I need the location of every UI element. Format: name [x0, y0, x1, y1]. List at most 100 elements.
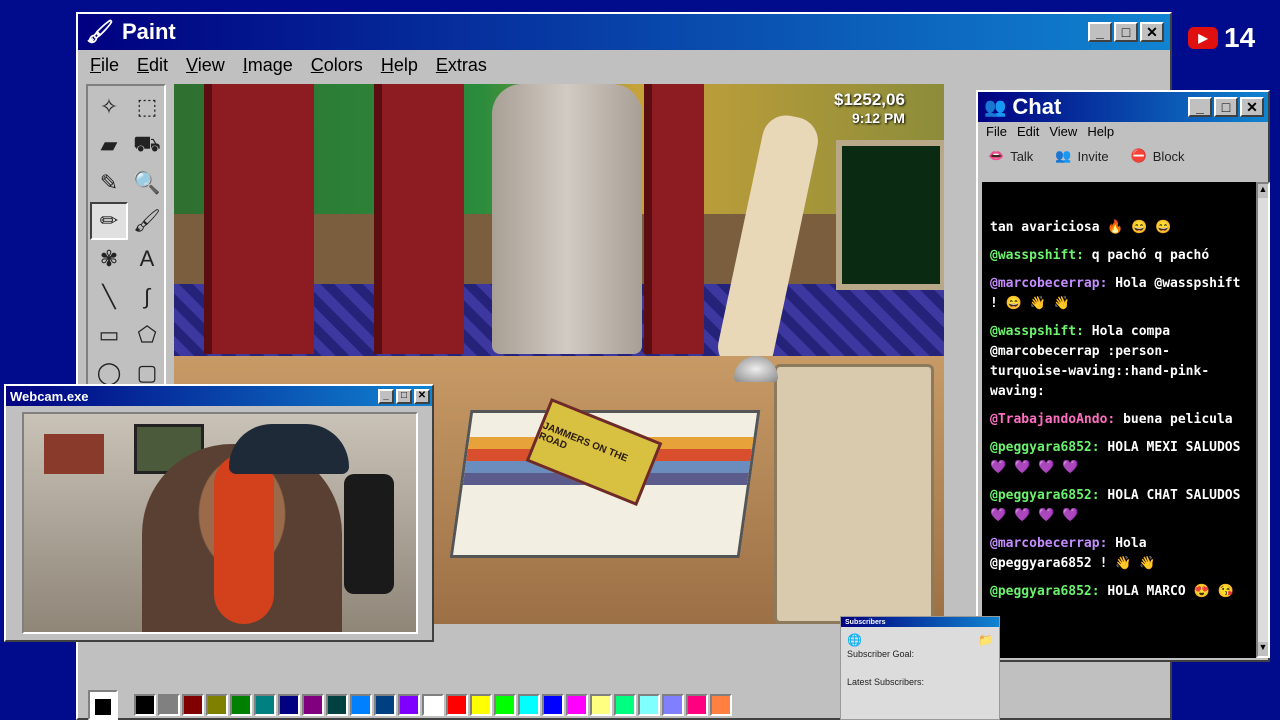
brush-icon[interactable]: 🖌: [128, 202, 166, 240]
chat-menu-help[interactable]: Help: [1087, 124, 1114, 139]
palette-swatch[interactable]: [494, 694, 516, 716]
minimize-button[interactable]: _: [1088, 22, 1112, 42]
chat-block-button[interactable]: ⛔ Block: [1131, 148, 1185, 164]
curve-icon[interactable]: ∫: [128, 278, 166, 316]
chat-invite-button[interactable]: 👥 Invite: [1055, 148, 1108, 164]
palette-swatch[interactable]: [422, 694, 444, 716]
fill-bucket-icon[interactable]: ⛟: [128, 126, 166, 164]
palette-swatch[interactable]: [566, 694, 588, 716]
text-icon[interactable]: A: [128, 240, 166, 278]
chat-username[interactable]: @wasspshift:: [990, 324, 1084, 339]
chat-menu-file[interactable]: File: [986, 124, 1007, 139]
palette-swatch[interactable]: [710, 694, 732, 716]
chat-window: 👥 Chat _ □ ✕ File Edit View Help 👄 Talk 👥 Invi…: [976, 90, 1270, 662]
airbrush-icon[interactable]: ✾: [90, 240, 128, 278]
palette-swatch[interactable]: [614, 694, 636, 716]
menu-help[interactable]: Help: [381, 55, 418, 76]
chat-username[interactable]: @marcobecerrap:: [990, 536, 1107, 551]
chat-message: tan avariciosa 🔥 😄 😄: [990, 218, 1248, 238]
chat-username[interactable]: @peggyara6852:: [990, 584, 1100, 599]
block-icon: ⛔: [1130, 148, 1147, 163]
menu-edit[interactable]: Edit: [137, 55, 168, 76]
youtube-icon: ▶: [1188, 27, 1218, 49]
minimize-button[interactable]: _: [378, 388, 394, 404]
chat-message: @wasspshift: q pachó q pachó: [990, 246, 1248, 266]
chat-username[interactable]: @peggyara6852:: [990, 488, 1100, 503]
close-button[interactable]: ✕: [1240, 97, 1264, 117]
palette-swatch[interactable]: [158, 694, 180, 716]
palette-swatch[interactable]: [686, 694, 708, 716]
palette-swatch[interactable]: [254, 694, 276, 716]
close-button[interactable]: ✕: [414, 388, 430, 404]
chat-talk-button[interactable]: 👄 Talk: [988, 148, 1033, 164]
chat-message: @peggyara6852: HOLA MARCO 😍 😘: [990, 582, 1248, 602]
palette-swatch[interactable]: [446, 694, 468, 716]
color-palette: [88, 690, 732, 720]
menu-image[interactable]: Image: [243, 55, 293, 76]
free-select-icon[interactable]: ✧: [90, 88, 128, 126]
palette-swatch[interactable]: [590, 694, 612, 716]
microphone-icon: [344, 474, 394, 594]
chat-menu-view[interactable]: View: [1049, 124, 1077, 139]
chat-message: @TrabajandoAndo: buena pelicula: [990, 410, 1248, 430]
palette-swatch[interactable]: [350, 694, 372, 716]
rect-select-icon[interactable]: ⬚: [128, 88, 166, 126]
chat-log[interactable]: tan avariciosa 🔥 😄 😄 @wasspshift: q pachó…: [982, 182, 1256, 658]
chat-toolbar-label: Talk: [1010, 148, 1034, 164]
paint-titlebar[interactable]: 🖌 Paint _ □ ✕: [78, 14, 1170, 50]
chat-username[interactable]: @peggyara6852:: [990, 440, 1100, 455]
polygon-icon[interactable]: ⬠: [128, 316, 166, 354]
chat-username[interactable]: @marcobecerrap:: [990, 276, 1107, 291]
subscribers-titlebar: Subscribers: [841, 617, 999, 627]
palette-swatch[interactable]: [542, 694, 564, 716]
maximize-button[interactable]: □: [1214, 97, 1238, 117]
chat-username[interactable]: @wasspshift:: [990, 248, 1084, 263]
line-icon[interactable]: ╲: [90, 278, 128, 316]
palette-swatch[interactable]: [662, 694, 684, 716]
close-button[interactable]: ✕: [1140, 22, 1164, 42]
palette-swatch[interactable]: [470, 694, 492, 716]
palette-swatch[interactable]: [518, 694, 540, 716]
chat-menubar: File Edit View Help: [986, 124, 1124, 139]
palette-swatch[interactable]: [182, 694, 204, 716]
chat-text: HOLA MARCO 😍 😘: [1107, 584, 1234, 599]
subscriber-icons: 🌐 📁: [847, 633, 993, 647]
webcam-titlebar[interactable]: Webcam.exe _ □ ✕: [6, 386, 432, 406]
eraser-icon[interactable]: ▰: [90, 126, 128, 164]
current-color[interactable]: [88, 690, 118, 720]
scroll-up-icon[interactable]: ▲: [1258, 184, 1268, 198]
chat-message: @wasspshift: Hola compa @marcobecerrap :…: [990, 322, 1248, 402]
money-display: $1252,06 9:12 PM: [834, 90, 905, 128]
chat-menu-edit[interactable]: Edit: [1017, 124, 1039, 139]
rectangle-icon[interactable]: ▭: [90, 316, 128, 354]
menu-colors[interactable]: Colors: [311, 55, 363, 76]
palette-swatch[interactable]: [278, 694, 300, 716]
chat-scrollbar[interactable]: ▲ ▼: [1256, 182, 1270, 658]
menu-view[interactable]: View: [186, 55, 225, 76]
menu-extras[interactable]: Extras: [436, 55, 487, 76]
magnifier-icon[interactable]: 🔍: [128, 164, 166, 202]
chat-username[interactable]: @TrabajandoAndo:: [990, 412, 1115, 427]
scroll-down-icon[interactable]: ▼: [1258, 642, 1268, 656]
palette-swatch[interactable]: [374, 694, 396, 716]
eyedropper-icon[interactable]: ✎: [90, 164, 128, 202]
chat-titlebar[interactable]: 👥 Chat _ □ ✕: [978, 92, 1268, 122]
palette-swatch[interactable]: [134, 694, 156, 716]
palette-swatch[interactable]: [326, 694, 348, 716]
chat-toolbar-label: Block: [1152, 148, 1185, 164]
menu-file[interactable]: File: [90, 55, 119, 76]
game-customer: [492, 84, 642, 354]
pencil-icon[interactable]: ✏: [90, 202, 128, 240]
chat-message: @marcobecerrap: Hola @wasspshift ! 😄 👋 👋: [990, 274, 1248, 314]
globe-icon: 🌐: [847, 633, 862, 647]
palette-swatch[interactable]: [398, 694, 420, 716]
palette-swatch[interactable]: [638, 694, 660, 716]
palette-swatch[interactable]: [206, 694, 228, 716]
palette-swatch[interactable]: [230, 694, 252, 716]
webcam-feed: [22, 412, 418, 634]
maximize-button[interactable]: □: [1114, 22, 1138, 42]
chat-message: @marcobecerrap: Hola @peggyara6852 ! 👋 👋: [990, 534, 1248, 574]
palette-swatch[interactable]: [302, 694, 324, 716]
minimize-button[interactable]: _: [1188, 97, 1212, 117]
maximize-button[interactable]: □: [396, 388, 412, 404]
